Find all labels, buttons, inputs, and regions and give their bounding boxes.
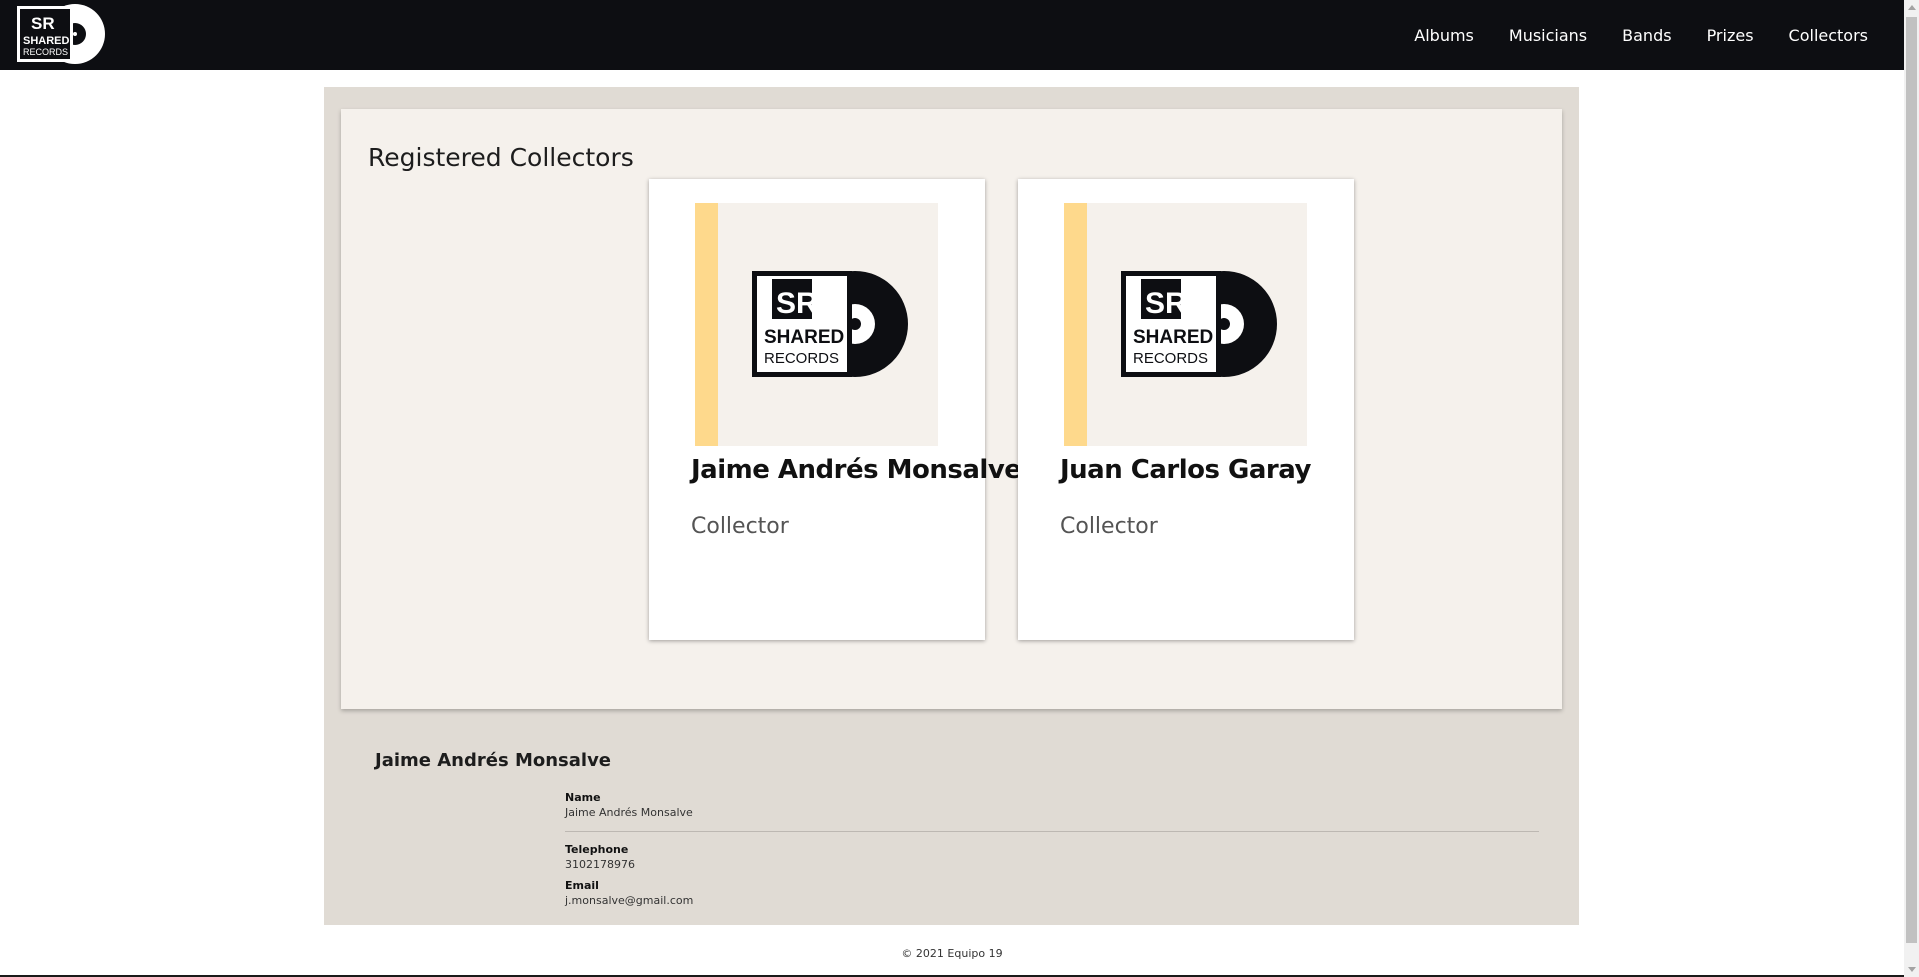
- scrollbar-thumb[interactable]: [1906, 17, 1917, 943]
- svg-text:RECORDS: RECORDS: [23, 47, 68, 57]
- nav-albums-link[interactable]: Albums: [1414, 26, 1474, 45]
- main-content: Registered Collectors SR SHARED RECORDS …: [324, 87, 1579, 925]
- collectors-panel: Registered Collectors SR SHARED RECORDS …: [341, 109, 1562, 709]
- email-label: Email: [565, 879, 599, 892]
- collector-image: SR SHARED RECORDS: [695, 203, 938, 446]
- shared-records-logo-icon: SR SHARED RECORDS: [752, 271, 908, 377]
- svg-text:SR: SR: [776, 287, 818, 320]
- svg-text:SR: SR: [31, 14, 55, 33]
- detail-name-field: Name Jaime Andrés Monsalve: [565, 791, 693, 819]
- nav-collectors-link[interactable]: Collectors: [1789, 26, 1868, 45]
- collector-card[interactable]: SR SHARED RECORDS Juan Carlos Garay Coll…: [1018, 179, 1354, 640]
- svg-text:SHARED: SHARED: [764, 327, 844, 348]
- scroll-down-arrow-icon[interactable]: [1904, 962, 1919, 977]
- telephone-value: 3102178976: [565, 858, 635, 871]
- main-nav: Albums Musicians Bands Prizes Collectors: [1414, 0, 1868, 70]
- accent-stripe: [1064, 203, 1087, 446]
- telephone-label: Telephone: [565, 843, 629, 856]
- svg-text:SHARED: SHARED: [1133, 327, 1213, 348]
- scroll-up-arrow-icon[interactable]: [1904, 0, 1919, 15]
- svg-text:SHARED: SHARED: [23, 35, 70, 47]
- detail-email-field: Email j.monsalve@gmail.com: [565, 879, 693, 907]
- svg-text:RECORDS: RECORDS: [1133, 350, 1208, 367]
- collector-role: Collector: [691, 514, 789, 539]
- svg-text:RECORDS: RECORDS: [764, 350, 839, 367]
- email-value: j.monsalve@gmail.com: [565, 894, 694, 907]
- svg-text:SR: SR: [1145, 287, 1187, 320]
- detail-divider: [565, 831, 1539, 832]
- collector-image: SR SHARED RECORDS: [1064, 203, 1307, 446]
- vertical-scrollbar[interactable]: [1904, 0, 1919, 977]
- footer-copyright: © 2021 Equipo 19: [901, 947, 1003, 960]
- shared-records-logo[interactable]: SR SHARED RECORDS: [17, 4, 107, 65]
- name-label: Name: [565, 791, 601, 804]
- collector-role: Collector: [1060, 514, 1158, 539]
- shared-records-logo-icon: SR SHARED RECORDS: [1121, 271, 1277, 377]
- nav-prizes-link[interactable]: Prizes: [1707, 26, 1754, 45]
- top-navbar: SR SHARED RECORDS Albums Musicians Bands…: [0, 0, 1904, 70]
- page-title: Registered Collectors: [368, 143, 634, 172]
- collector-name: Juan Carlos Garay: [1060, 455, 1311, 485]
- name-value: Jaime Andrés Monsalve: [565, 806, 693, 819]
- detail-telephone-field: Telephone 3102178976: [565, 843, 635, 871]
- detail-title: Jaime Andrés Monsalve: [375, 750, 612, 771]
- collector-card[interactable]: SR SHARED RECORDS Jaime Andrés Monsalve …: [649, 179, 1022, 640]
- nav-musicians-link[interactable]: Musicians: [1509, 26, 1587, 45]
- accent-stripe: [695, 203, 718, 446]
- collector-name: Jaime Andrés Monsalve: [691, 455, 1022, 485]
- nav-bands-link[interactable]: Bands: [1622, 26, 1671, 45]
